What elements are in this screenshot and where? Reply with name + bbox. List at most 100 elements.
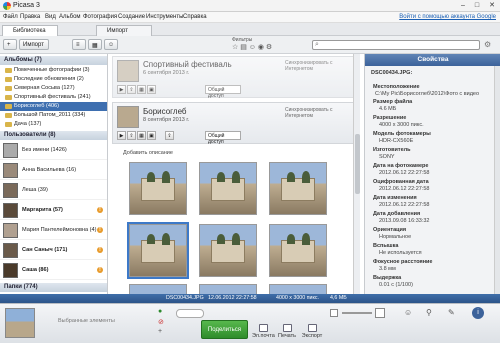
settings-icon[interactable]: ⚙ bbox=[484, 40, 491, 49]
add-description-link[interactable]: Добавить описание bbox=[123, 150, 173, 156]
photo-thumbnail[interactable] bbox=[129, 284, 187, 294]
upload-icon[interactable]: ⇧ bbox=[127, 85, 136, 94]
album-item[interactable]: Последние обновления (2) bbox=[0, 75, 107, 84]
email-icon bbox=[258, 324, 268, 332]
upload-icon[interactable]: ⇧ bbox=[127, 131, 136, 140]
add-icon[interactable]: + bbox=[3, 39, 17, 50]
photo-thumbnail[interactable] bbox=[199, 162, 257, 215]
properties-scrollbar[interactable] bbox=[494, 66, 500, 294]
prop-label: Дата на фотокамере bbox=[373, 163, 429, 169]
album-item[interactable]: Большой Патом_2011 (334) bbox=[0, 111, 107, 120]
scrollbar[interactable] bbox=[353, 54, 360, 294]
scrollbar-thumb[interactable] bbox=[355, 134, 360, 194]
share-button[interactable]: Поделиться bbox=[201, 320, 248, 339]
share-dropdown[interactable]: Общий доступ bbox=[205, 131, 241, 145]
folders-header[interactable]: Папки (774) bbox=[0, 283, 107, 292]
upload-web-icon[interactable]: ⇪ bbox=[165, 131, 174, 140]
people-icon[interactable]: ☺ bbox=[404, 308, 412, 317]
album-item[interactable]: Помеченные фотографии (3) bbox=[0, 66, 107, 75]
rotate-buttons[interactable] bbox=[176, 309, 204, 318]
search-input[interactable]: ⌕ bbox=[312, 40, 480, 50]
folder-icon bbox=[5, 95, 12, 100]
person-item[interactable]: Сан Саныч (171)! bbox=[0, 241, 107, 260]
album-item[interactable]: Спортивный фестиваль (241) bbox=[0, 93, 107, 102]
menu-edit[interactable]: Правка bbox=[20, 14, 40, 20]
person-item[interactable]: Мария Пантелеймоновна (4)! bbox=[0, 221, 107, 240]
view-thumbs-icon[interactable]: ▦ bbox=[88, 39, 102, 50]
photo-thumbnail[interactable] bbox=[199, 284, 257, 294]
window-title: Picasa 3 bbox=[13, 2, 40, 9]
photo-thumbnail[interactable] bbox=[199, 224, 257, 277]
location-icon[interactable]: ⚲ bbox=[426, 308, 432, 317]
movie-icon[interactable]: ▣ bbox=[147, 85, 156, 94]
view-people-icon[interactable]: ☺ bbox=[104, 39, 118, 50]
prop-label: Вспышка bbox=[373, 243, 399, 249]
prop-label: Изготовитель bbox=[373, 147, 411, 153]
photo-thumbnail[interactable] bbox=[269, 284, 327, 294]
sync-label: Синхронизировать с Интернетом bbox=[285, 60, 333, 72]
share-dropdown[interactable]: Общий доступ bbox=[205, 85, 241, 99]
folder-icon bbox=[5, 86, 12, 91]
zoom-slider[interactable] bbox=[342, 312, 372, 314]
prop-value: 2012.06.12 22:27:58 bbox=[379, 170, 430, 176]
play-icon[interactable]: ▶ bbox=[117, 131, 126, 140]
albums-header[interactable]: Альбомы (7) bbox=[0, 56, 107, 65]
folder-icon bbox=[5, 77, 12, 82]
hold-icon[interactable]: ● bbox=[158, 308, 162, 315]
photo-thumbnail-selected[interactable] bbox=[127, 222, 189, 279]
export-button[interactable]: Экспорт bbox=[300, 324, 324, 341]
filter-star-icon[interactable]: ☆ ▤ ☺ ◉ ⚙ bbox=[232, 43, 272, 51]
album-label: Помеченные фотографии (3) bbox=[14, 67, 90, 73]
tab-library[interactable]: Библиотека bbox=[2, 25, 58, 36]
avatar bbox=[3, 143, 18, 158]
close-button[interactable]: ✕ bbox=[485, 1, 499, 10]
menu-bar: Файл Правка Вид Альбом Фотография Создан… bbox=[0, 12, 500, 23]
photo-thumbnail[interactable] bbox=[269, 162, 327, 215]
view-list-icon[interactable]: ≡ bbox=[72, 39, 86, 50]
maximize-button[interactable]: □ bbox=[470, 1, 484, 10]
tag-icon[interactable]: ✎ bbox=[448, 308, 455, 317]
print-button[interactable]: Печать bbox=[277, 324, 297, 341]
person-item[interactable]: Без имени (1426) bbox=[0, 141, 107, 160]
collage-icon[interactable]: ▦ bbox=[137, 85, 146, 94]
menu-file[interactable]: Файл bbox=[3, 14, 18, 20]
zoom-in-icon[interactable] bbox=[375, 308, 385, 318]
import-button[interactable]: Импорт bbox=[19, 39, 49, 50]
tray-thumbnail[interactable] bbox=[5, 308, 35, 338]
avatar bbox=[3, 183, 18, 198]
menu-album[interactable]: Альбом bbox=[59, 14, 81, 20]
play-icon[interactable]: ▶ bbox=[117, 85, 126, 94]
collage-icon[interactable]: ▦ bbox=[137, 131, 146, 140]
info-icon[interactable]: i bbox=[472, 307, 484, 319]
google-signin-link[interactable]: Войти с помощью аккаунта Google bbox=[399, 14, 496, 20]
zoom-out-icon[interactable] bbox=[330, 309, 338, 317]
tab-import[interactable]: Импорт bbox=[96, 25, 152, 36]
minimize-button[interactable]: – bbox=[456, 1, 470, 10]
person-item[interactable]: Анна Васильева (16) bbox=[0, 161, 107, 180]
album-label: Большой Патом_2011 (334) bbox=[14, 112, 86, 118]
album-label: Дача (137) bbox=[14, 121, 42, 127]
picasa-logo-icon bbox=[3, 2, 11, 10]
person-item[interactable]: Саша (86)! bbox=[0, 261, 107, 280]
person-item[interactable]: Леша (39) bbox=[0, 181, 107, 200]
add-to-icon[interactable]: + bbox=[158, 328, 162, 335]
menu-create[interactable]: Создание bbox=[118, 14, 145, 20]
album-item-selected[interactable]: Борисоглеб (406) bbox=[0, 102, 107, 111]
prop-value: 2013.09.08 16:33:32 bbox=[379, 218, 430, 224]
share-label: Поделиться bbox=[207, 327, 242, 333]
menu-help[interactable]: Справка bbox=[183, 14, 207, 20]
menu-photo[interactable]: Фотография bbox=[83, 14, 117, 20]
person-item[interactable]: Маргарита (57)! bbox=[0, 201, 107, 220]
menu-tools[interactable]: Инструменты bbox=[146, 14, 183, 20]
clear-icon[interactable]: ⊘ bbox=[158, 318, 164, 326]
email-button[interactable]: Эл.почта bbox=[252, 324, 275, 341]
users-header[interactable]: Пользователи (8) bbox=[0, 131, 107, 140]
prop-label: Модель фотокамеры bbox=[373, 131, 431, 137]
menu-view[interactable]: Вид bbox=[45, 14, 56, 20]
album-item[interactable]: Северная Сосьва (127) bbox=[0, 84, 107, 93]
photo-thumbnail[interactable] bbox=[129, 162, 187, 215]
movie-icon[interactable]: ▣ bbox=[147, 131, 156, 140]
album-item[interactable]: Дача (137) bbox=[0, 120, 107, 129]
photo-thumbnail[interactable] bbox=[269, 224, 327, 277]
properties-panel: Свойства DSC00434.JPG: Местоположение C:… bbox=[364, 54, 500, 294]
